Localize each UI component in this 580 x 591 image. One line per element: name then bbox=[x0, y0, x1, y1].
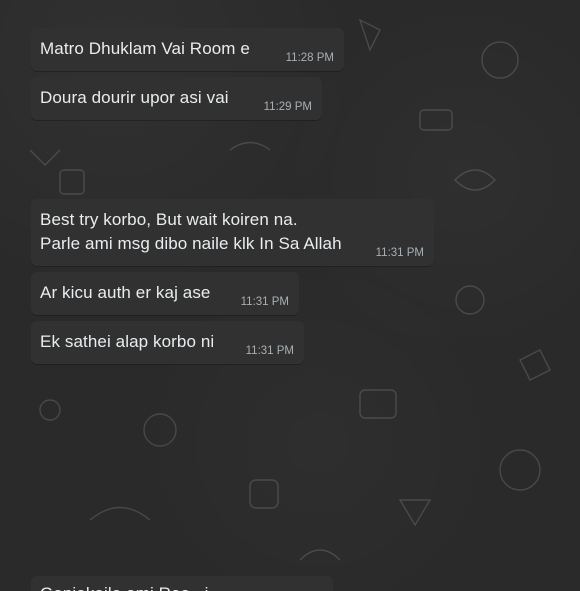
message-time: 11:28 PM bbox=[285, 52, 334, 64]
message-time: 11:31 PM bbox=[245, 345, 294, 357]
message-time: 11:31 PM bbox=[375, 247, 424, 259]
message-text: Ganjakaile ami Rea...i bbox=[40, 582, 324, 591]
message-text: Best try korbo, But wait koiren na. Parl… bbox=[40, 210, 342, 253]
message-bubble-5[interactable]: Ek sathei alap korbo ni 11:31 PM bbox=[31, 321, 304, 364]
message-bubble-6-partial[interactable]: Ganjakaile ami Rea...i bbox=[31, 576, 333, 591]
chat-background: Matro Dhuklam Vai Room e 11:28 PM Doura … bbox=[0, 0, 580, 591]
message-time: 11:29 PM bbox=[263, 101, 312, 113]
message-time: 11:31 PM bbox=[240, 296, 289, 308]
message-bubble-4[interactable]: Ar kicu auth er kaj ase 11:31 PM bbox=[31, 272, 299, 315]
message-bubble-1[interactable]: Matro Dhuklam Vai Room e 11:28 PM bbox=[31, 28, 344, 71]
message-bubble-3[interactable]: Best try korbo, But wait koiren na. Parl… bbox=[31, 199, 434, 266]
message-bubble-2[interactable]: Doura dourir upor asi vai 11:29 PM bbox=[31, 77, 322, 120]
